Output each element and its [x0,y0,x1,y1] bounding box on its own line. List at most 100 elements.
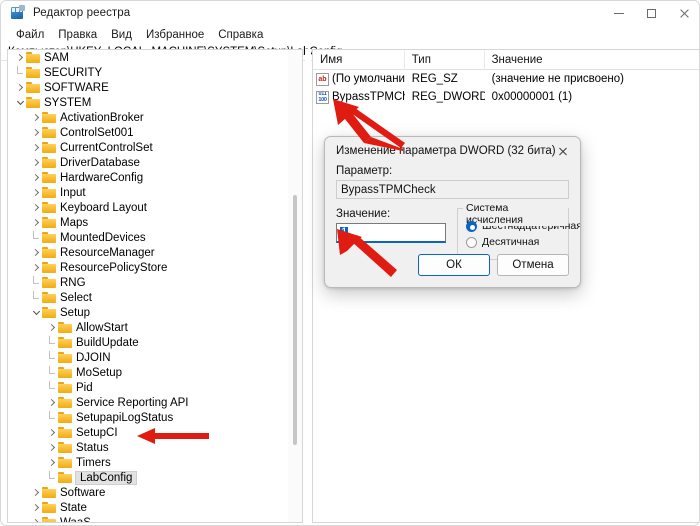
tree-item-resourcepolicystore[interactable]: ResourcePolicyStore [8,260,289,275]
chevron-right-icon[interactable] [30,185,42,200]
tree-branch-line [46,350,58,365]
value-row-default[interactable]: ab (По умолчанию) REG_SZ (значение не пр… [313,70,699,88]
tree-item-currentcontrolset[interactable]: CurrentControlSet [8,140,289,155]
chevron-right-icon[interactable] [30,200,42,215]
tree-vertical-scrollbar[interactable] [288,50,302,522]
tree-item-system[interactable]: SYSTEM [8,95,289,110]
tree-item-activationbroker[interactable]: ActivationBroker [8,110,289,125]
tree-item-label: ControlSet001 [60,126,134,139]
tree-item-maps[interactable]: Maps [8,215,289,230]
folder-icon [42,292,56,303]
chevron-down-icon[interactable] [14,95,26,110]
chevron-right-icon[interactable] [46,455,58,470]
menu-item-view[interactable]: Вид [104,27,139,43]
tree-item-select[interactable]: Select [8,290,289,305]
window-controls [602,1,699,25]
pane-splitter[interactable] [305,49,311,523]
column-header-type[interactable]: Тип [405,50,485,70]
chevron-right-icon[interactable] [46,425,58,440]
tree-item-keyboard-layout[interactable]: Keyboard Layout [8,200,289,215]
menu-item-help[interactable]: Справка [211,27,270,43]
tree-item-controlset001[interactable]: ControlSet001 [8,125,289,140]
tree-item-label: Service Reporting API [76,396,189,409]
chevron-right-icon[interactable] [46,320,58,335]
tree-item-service-reporting-api[interactable]: Service Reporting API [8,395,289,410]
column-header-value[interactable]: Значение [485,50,699,70]
chevron-right-icon[interactable] [30,485,42,500]
chevron-right-icon[interactable] [30,155,42,170]
folder-icon [42,232,56,243]
tree-item-security[interactable]: SECURITY [8,65,289,80]
close-button[interactable] [668,1,699,25]
chevron-down-icon[interactable] [30,305,42,320]
chevron-right-icon[interactable] [30,140,42,155]
tree-item-timers[interactable]: Timers [8,455,289,470]
tree-item-mounteddevices[interactable]: MountedDevices [8,230,289,245]
menu-item-favorites[interactable]: Избранное [139,27,211,43]
tree-item-rng[interactable]: RNG [8,275,289,290]
value-row-bypasstpmcheck[interactable]: 011100 BypassTPMCheck REG_DWORD 0x000000… [313,88,699,106]
tree-item-label: Timers [76,456,111,469]
radio-decimal[interactable]: Десятичная [466,234,568,250]
chevron-right-icon[interactable] [14,50,26,65]
chevron-right-icon[interactable] [30,245,42,260]
tree-item-labconfig[interactable]: LabConfig [8,470,289,485]
tree-item-waas[interactable]: WaaS [8,515,289,522]
folder-icon [58,442,72,453]
column-header-name[interactable]: Имя [313,50,405,70]
tree-item-resourcemanager[interactable]: ResourceManager [8,245,289,260]
ok-button[interactable]: ОК [418,254,490,276]
cancel-button[interactable]: Отмена [497,254,569,276]
registry-tree[interactable]: SAM SECURITY SOFTWARE SYSTEM ActivationBroke… [8,50,289,522]
tree-item-label: State [60,501,87,514]
tree-item-djoin[interactable]: DJOIN [8,350,289,365]
chevron-right-icon[interactable] [14,80,26,95]
tree-item-buildupdate[interactable]: BuildUpdate [8,335,289,350]
tree-item-software[interactable]: SOFTWARE [8,80,289,95]
tree-item-hardwareconfig[interactable]: HardwareConfig [8,170,289,185]
folder-icon [42,307,56,318]
chevron-right-icon[interactable] [46,395,58,410]
chevron-right-icon[interactable] [30,515,42,522]
tree-scrollbar-thumb[interactable] [293,195,297,445]
folder-icon [42,127,56,138]
folder-icon [42,262,56,273]
chevron-right-icon[interactable] [30,260,42,275]
tree-item-setupci[interactable]: SetupCI [8,425,289,440]
tree-item-allowstart[interactable]: AllowStart [8,320,289,335]
dialog-value-row: Значение: 1 Система исчисления Шестнадца… [336,202,580,260]
chevron-right-icon[interactable] [46,440,58,455]
tree-branch-line [46,470,58,485]
minimize-button[interactable] [602,1,635,25]
chevron-right-icon[interactable] [30,110,42,125]
tree-item-input[interactable]: Input [8,185,289,200]
tree-item-label: AllowStart [76,321,128,334]
tree-item-label: WaaS [60,517,95,523]
tree-item-setup[interactable]: Setup [8,305,289,320]
tree-item-sam[interactable]: SAM [8,50,289,65]
menu-item-file[interactable]: Файл [9,27,51,43]
maximize-button[interactable] [635,1,668,25]
tree-item-label: MoSetup [76,366,123,379]
tree-item-mosetup[interactable]: MoSetup [8,365,289,380]
dialog-close-button[interactable] [546,137,580,165]
tree-item-setupapilogstatus[interactable]: SetupapiLogStatus [8,410,289,425]
tree-item-status[interactable]: Status [8,440,289,455]
chevron-right-icon[interactable] [30,215,42,230]
tree-item-state[interactable]: State [8,500,289,515]
menu-item-edit[interactable]: Правка [51,27,104,43]
value-input[interactable]: 1 [336,223,446,243]
tree-item-label: DJOIN [76,351,111,364]
tree-item-driverdatabase[interactable]: DriverDatabase [8,155,289,170]
chevron-right-icon[interactable] [30,500,42,515]
chevron-right-icon[interactable] [30,170,42,185]
tree-item-pid[interactable]: Pid [8,380,289,395]
folder-icon [42,172,56,183]
tree-item-software[interactable]: Software [8,485,289,500]
chevron-right-icon[interactable] [30,125,42,140]
tree-branch-line [46,365,58,380]
tree-item-label: DriverDatabase [60,156,140,169]
value-data: 0x00000001 (1) [491,91,573,103]
tree-item-label: BuildUpdate [76,336,139,349]
tree-item-label: SetupCI [76,426,118,439]
